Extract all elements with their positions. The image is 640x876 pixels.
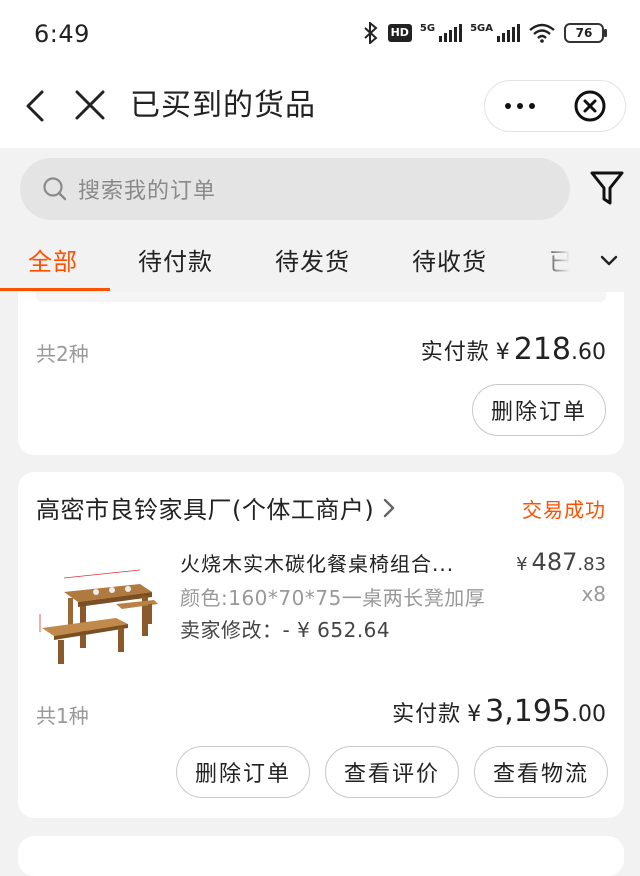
product-area-strip [36,292,606,302]
order-card: 高密市良铃家具厂(个体工商户) 交易成功 火烧木实木碳化餐桌椅组合... 颜色:… [18,472,624,818]
shop-name: 高密市良铃家具厂(个体工商户) [36,496,375,524]
chevron-right-icon [384,498,395,517]
order-tabs: 全部 待付款 待发货 待收货 已 [0,230,640,292]
paid-label: 实付款 [392,702,462,727]
back-icon[interactable] [18,86,54,126]
paid-integer: 3,195 [485,694,571,729]
view-logistics-button[interactable]: 查看物流 [474,746,608,798]
more-dot-icon [505,103,511,109]
view-review-button[interactable]: 查看评价 [325,746,459,798]
more-dot-icon [529,103,535,109]
tab-pending-receipt[interactable]: 待收货 [412,242,487,277]
order-card-next [18,836,624,876]
close-icon[interactable] [70,86,110,126]
paid-decimal: .00 [571,702,606,727]
page-title: 已买到的货品 [130,88,316,123]
currency-symbol: ¥ [495,340,510,365]
nav-bar: 已买到的货品 [0,72,640,148]
unit-price: ¥ 487 .83 [516,548,606,576]
unit-price-decimal: .83 [577,554,606,575]
paid-amount: 实付款 ¥ 218 .60 [421,332,606,367]
paid-decimal: .60 [571,340,606,365]
more-options-button[interactable] [485,81,555,131]
product-spec: 颜色:160*70*75一桌两长凳加厚 [180,586,486,610]
delete-order-button[interactable]: 删除订单 [176,746,310,798]
paid-amount: 实付款 ¥ 3,195 .00 [392,694,606,729]
shop-link[interactable]: 高密市良铃家具厂(个体工商户) [36,490,396,525]
product-thumbnail[interactable] [36,554,160,678]
status-time: 6:49 [34,20,90,48]
chevron-down-icon[interactable] [596,248,622,274]
order-card: 共2种 实付款 ¥ 218 .60 删除订单 [18,292,624,455]
search-input[interactable]: 搜索我的订单 [20,158,570,220]
order-status: 交易成功 [522,498,606,522]
item-count: 共1种 [36,704,89,728]
item-count: 共2种 [36,342,89,366]
unit-currency: ¥ [516,554,528,575]
tab-fade-overlay [540,230,640,292]
exit-miniapp-button[interactable] [555,81,625,131]
network-label-2: 5GA [470,22,493,34]
more-dot-icon [517,103,523,109]
status-bar: 6:49 HD 5G 5GA 76 [0,0,640,72]
product-name[interactable]: 火烧木实木碳化餐桌椅组合... [180,548,480,577]
tab-pending-shipment[interactable]: 待发货 [275,242,350,277]
search-icon [43,177,67,201]
filter-icon[interactable] [588,168,626,208]
network-label-1: 5G [419,22,436,34]
paid-label: 实付款 [420,340,490,365]
exit-circle-icon [574,90,606,122]
seller-modified-price: 卖家修改：- ¥ 652.64 [180,618,391,642]
tab-all[interactable]: 全部 [28,242,78,277]
wifi-icon [529,23,555,43]
search-area: 搜索我的订单 [0,148,640,230]
tab-pending-payment[interactable]: 待付款 [138,242,213,277]
delete-order-button[interactable]: 删除订单 [472,384,606,436]
signal-icon [439,24,463,42]
hd-badge: HD [387,24,412,42]
unit-price-integer: 487 [531,548,578,576]
status-icons: HD 5G 5GA 76 [362,22,607,44]
miniapp-capsule [484,80,626,132]
signal-icon-2 [497,24,520,42]
search-placeholder: 搜索我的订单 [78,179,217,204]
battery-indicator: 76 [564,23,607,43]
quantity: x8 [581,582,606,606]
currency-symbol: ¥ [467,702,482,727]
active-tab-indicator [0,288,110,291]
bluetooth-icon [363,22,378,44]
paid-integer: 218 [513,332,571,367]
